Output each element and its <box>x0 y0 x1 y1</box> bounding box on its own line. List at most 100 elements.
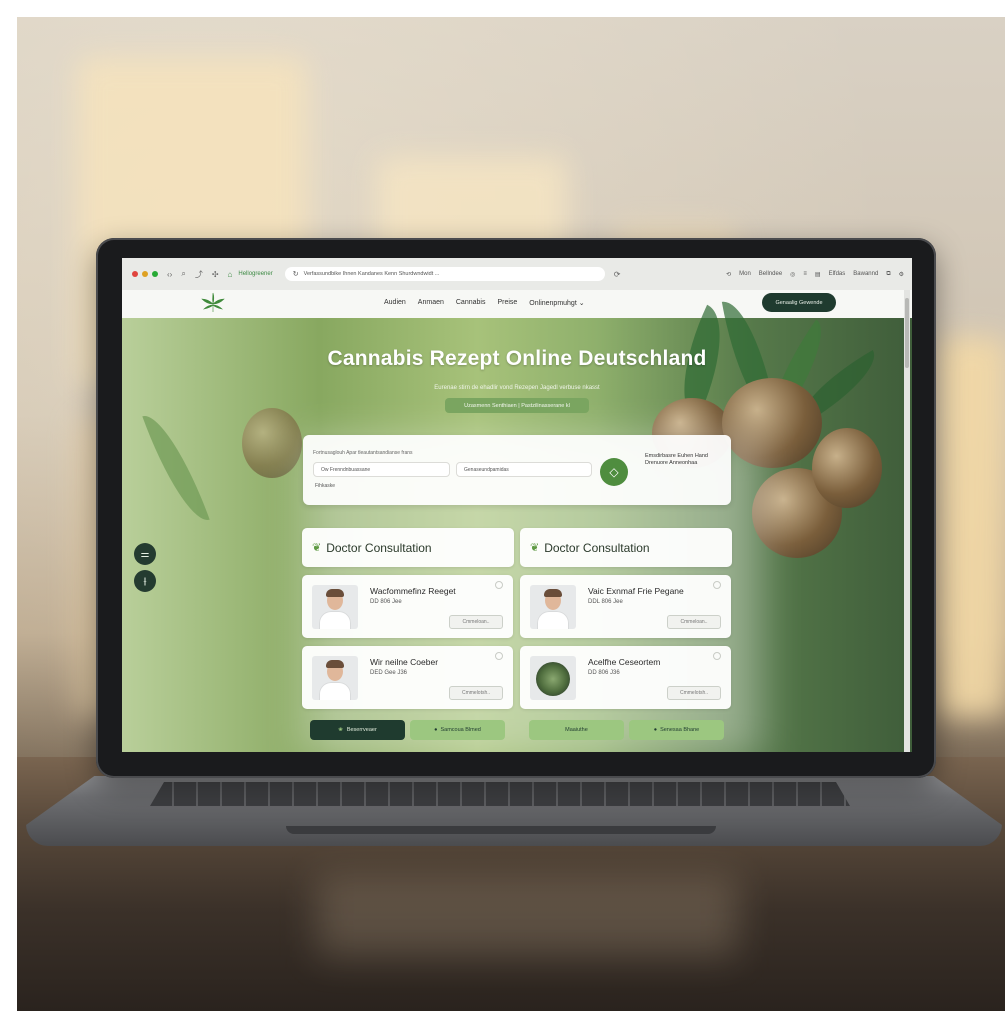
back-forward-icon[interactable]: ‹› <box>167 270 172 279</box>
avatar-hair <box>544 589 562 597</box>
diamond-arrow-icon: ◇ <box>609 465 619 479</box>
doctor-meta: DD 806 J36 <box>588 670 620 676</box>
cannabis-bud <box>812 428 882 508</box>
laptop-keyboard <box>150 782 850 806</box>
nav-link-5-label: Onlinenpmuhgt <box>529 300 577 307</box>
plant-photo <box>536 662 570 696</box>
consult-button[interactable]: Cmmeloan.. <box>449 615 503 629</box>
toolbar-item-1[interactable]: Mon <box>739 271 751 277</box>
consult-button[interactable]: Cmmelotsh.. <box>667 686 721 700</box>
cannabis-leaf-icon[interactable] <box>200 292 226 319</box>
nav-link-3[interactable]: Cannabis <box>456 299 486 307</box>
tune-icon[interactable]: ⫲ <box>134 570 156 592</box>
leaf-decor <box>142 406 210 530</box>
refresh-icon[interactable]: ⟳ <box>614 270 621 279</box>
doctor-avatar <box>530 585 576 629</box>
sprout-icon: ❦ <box>312 542 322 554</box>
menu-icon[interactable]: ≡ <box>803 271 807 277</box>
search-note: Emsdirbasre Euhen Hand Drenuore Anneonha… <box>645 453 708 466</box>
tabs-icon[interactable]: ▤ <box>815 271 821 278</box>
dot-icon: ● <box>434 727 438 733</box>
main-nav: Audien Anmaen Cannabis Preise Onlinenpmu… <box>384 299 585 307</box>
doctor-name: Vaic Exnmaf Frie Pegane <box>588 586 684 596</box>
account-icon[interactable]: ◎ <box>790 271 795 278</box>
nav-link-2[interactable]: Anmaen <box>418 299 444 307</box>
sprout-icon: ❦ <box>530 542 540 554</box>
dot-icon: ● <box>653 727 658 733</box>
maximize-window-dot[interactable] <box>152 271 158 277</box>
url-bar[interactable]: ↻ Verfassundbike Ihnen Kandanes Kenn Shu… <box>284 267 605 281</box>
section-header-right: ❦ Doctor Consultation <box>520 528 732 567</box>
bottom-button-3[interactable]: Maaiuthe <box>529 720 624 740</box>
avatar-hair <box>326 589 344 597</box>
doctor-card[interactable]: Wir neilne Coeber DED Gee J36 Cmmelotsh.… <box>302 646 513 709</box>
nav-link-5[interactable]: Onlinenpmuhgt ⌄ <box>529 299 584 307</box>
search-small-label: Fihkaske <box>315 483 336 489</box>
doctor-name: Wacfommefinz Reeget <box>370 586 456 596</box>
avatar-body <box>537 611 569 629</box>
reload-icon[interactable]: ↻ <box>293 270 299 278</box>
doctor-avatar <box>312 656 358 700</box>
doctor-card[interactable]: Wacfommefinz Reeget DD 806 Jee Cmmeloan.… <box>302 575 513 638</box>
product-avatar <box>530 656 576 700</box>
history-icon[interactable]: ⟲ <box>726 271 731 278</box>
search-go-button[interactable]: ◇ <box>600 458 628 486</box>
toolbar-item-4[interactable]: Bawannd <box>853 271 878 277</box>
select-radio[interactable] <box>713 581 721 589</box>
nav-cta-button[interactable]: Genaalig Gewende <box>762 293 836 312</box>
bottom-button-1-label: Beserrveaer <box>346 727 377 733</box>
hero-section: Cannabis Rezept Online Deutschland Euren… <box>122 295 912 752</box>
avatar-hair <box>326 660 344 668</box>
hero-title: Cannabis Rezept Online Deutschland <box>327 347 707 370</box>
consult-button[interactable]: Cmmelotsh.. <box>449 686 503 700</box>
leaf-icon: ❀ <box>338 727 343 733</box>
laptop-screen: ‹› ⌕ ⤴ ✣ ⌂ Hellogreener ↻ Verfassundbike… <box>122 258 912 752</box>
laptop-hinge <box>286 826 716 834</box>
bottom-button-4[interactable]: ● Senesaa Bhane <box>629 720 724 740</box>
section-title-right: Doctor Consultation <box>544 540 650 555</box>
select-radio[interactable] <box>495 581 503 589</box>
minimize-window-dot[interactable] <box>142 271 148 277</box>
site-favicon-icon: ⌂ <box>227 269 233 279</box>
bottom-button-2-label: Samcoua Blmed <box>440 727 481 733</box>
search-field-1[interactable]: Ow Frenndnbuassane <box>313 462 450 477</box>
consult-button[interactable]: Cmmeloan.. <box>667 615 721 629</box>
doctor-meta: DD 806 Jee <box>370 599 402 605</box>
select-radio[interactable] <box>713 652 721 660</box>
bookmark-icon[interactable]: ✣ <box>212 270 219 279</box>
doctor-name: Acelfhe Ceseortem <box>588 657 661 667</box>
bottom-button-2[interactable]: ● Samcoua Blmed <box>410 720 505 740</box>
hero-subtitle: Eurenae stirn de ehadlir vond Rezepen Ja… <box>434 385 600 391</box>
hero-pill[interactable]: Uzasmenn Senthiaen | Pastzilinasserane k… <box>445 398 589 413</box>
scrollbar-thumb[interactable] <box>905 298 909 368</box>
share-icon[interactable]: ⤴ <box>195 269 203 280</box>
doctor-name: Wir neilne Coeber <box>370 657 439 667</box>
browser-tab-title[interactable]: Hellogreener <box>238 271 272 277</box>
search-field-2[interactable]: Genaseundpamidas <box>456 462 592 477</box>
section-header-left: ❦ Doctor Consultation <box>302 528 514 567</box>
chevron-down-icon: ⌄ <box>578 300 585 307</box>
doctor-card[interactable]: Acelfhe Ceseortem DD 806 J36 Cmmelotsh.. <box>520 646 731 709</box>
browser-toolbar: ‹› ⌕ ⤴ ✣ ⌂ Hellogreener ↻ Verfassundbike… <box>122 258 912 291</box>
window-glow <box>937 337 1005 717</box>
copy-icon[interactable]: ⧉ <box>886 271 890 278</box>
section-title-left: Doctor Consultation <box>326 540 432 555</box>
avatar-body <box>319 682 351 700</box>
toolbar-item-3[interactable]: Elfdas <box>829 271 846 277</box>
doctor-card[interactable]: Vaic Exnmaf Frie Pegane DDL 806 Jee Cmme… <box>520 575 731 638</box>
bottom-button-4-label: Senesaa Bhane <box>660 727 700 733</box>
toolbar-item-2[interactable]: Bellndee <box>759 271 782 277</box>
close-window-dot[interactable] <box>132 271 138 277</box>
doctor-meta: DDL 806 Jee <box>588 599 623 605</box>
sliders-icon[interactable]: ⚌ <box>134 543 156 565</box>
cannabis-bud <box>242 408 302 478</box>
bottom-button-1[interactable]: ❀ Beserrveaer <box>310 720 405 740</box>
nav-link-4[interactable]: Preise <box>497 299 517 307</box>
search-panel: Fortnusaglouh Apar tleautantsandianse fr… <box>303 435 731 505</box>
select-radio[interactable] <box>495 652 503 660</box>
avatar-body <box>319 611 351 629</box>
search-label: Fortnusaglouh Apar tleautantsandianse fr… <box>313 450 413 456</box>
nav-link-1[interactable]: Audien <box>384 299 406 307</box>
search-icon[interactable]: ⌕ <box>181 269 185 279</box>
settings-icon[interactable]: ⚙ <box>899 271 904 278</box>
